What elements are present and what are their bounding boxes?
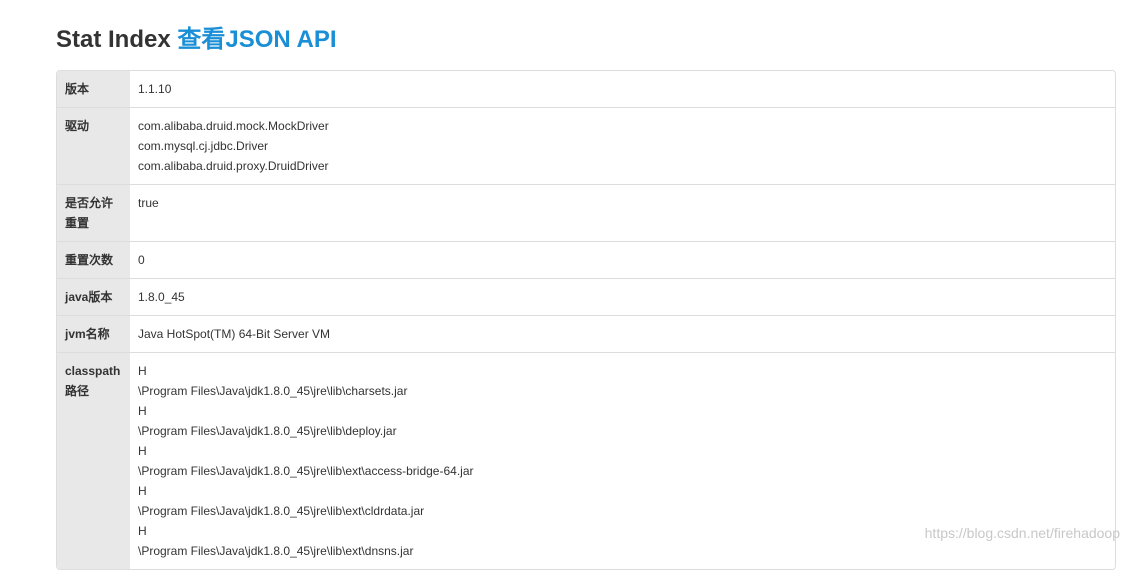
label-line: 是否允许 — [65, 196, 114, 210]
value-line: true — [138, 196, 159, 210]
page-title-text: Stat Index — [56, 26, 171, 53]
row-value: true — [130, 184, 1115, 242]
label-line: 路径 — [65, 384, 90, 398]
value-line: 0 — [138, 253, 145, 267]
watermark: https://blog.csdn.net/firehadoop — [924, 525, 1120, 541]
row-value: Java HotSpot(TM) 64-Bit Server VM — [130, 315, 1115, 353]
stat-table: 版本 1.1.10 驱动 com.alibaba.druid.mock.Mock… — [57, 71, 1115, 569]
row-label: classpath 路径 — [57, 352, 130, 569]
row-label: 重置次数 — [57, 241, 130, 279]
table-row-version: 版本 1.1.10 — [57, 71, 1115, 108]
row-value: 1.1.10 — [130, 71, 1115, 108]
value-line: \Program Files\Java\jdk1.8.0_45\jre\lib\… — [138, 384, 408, 398]
row-value: 0 — [130, 241, 1115, 279]
stat-table-container: 版本 1.1.10 驱动 com.alibaba.druid.mock.Mock… — [56, 70, 1116, 570]
label-line: classpath — [65, 364, 121, 378]
row-label: java版本 — [57, 278, 130, 316]
value-line: H — [138, 484, 147, 498]
row-label: 版本 — [57, 71, 130, 108]
value-line: \Program Files\Java\jdk1.8.0_45\jre\lib\… — [138, 504, 425, 518]
value-line: \Program Files\Java\jdk1.8.0_45\jre\lib\… — [138, 544, 414, 558]
value-line: com.alibaba.druid.proxy.DruidDriver — [138, 159, 329, 173]
row-value: 1.8.0_45 — [130, 278, 1115, 316]
value-line: H — [138, 364, 147, 378]
table-row-jvm-name: jvm名称 Java HotSpot(TM) 64-Bit Server VM — [57, 315, 1115, 353]
row-label: jvm名称 — [57, 315, 130, 353]
value-line: H — [138, 444, 147, 458]
table-row-reset-enable: 是否允许 重置 true — [57, 184, 1115, 242]
row-label: 驱动 — [57, 107, 130, 185]
value-line: com.alibaba.druid.mock.MockDriver — [138, 119, 329, 133]
page-title: Stat Index 查看JSON API — [56, 22, 337, 58]
label-line: 重置 — [65, 216, 90, 230]
value-line: com.mysql.cj.jdbc.Driver — [138, 139, 269, 153]
value-line: 1.8.0_45 — [138, 290, 185, 304]
value-line: Java HotSpot(TM) 64-Bit Server VM — [138, 327, 331, 341]
value-line: \Program Files\Java\jdk1.8.0_45\jre\lib\… — [138, 424, 397, 438]
value-line: \Program Files\Java\jdk1.8.0_45\jre\lib\… — [138, 464, 474, 478]
table-row-reset-count: 重置次数 0 — [57, 241, 1115, 279]
json-api-link[interactable]: 查看JSON API — [177, 26, 336, 53]
row-label: 是否允许 重置 — [57, 184, 130, 242]
row-value: com.alibaba.druid.mock.MockDriver com.my… — [130, 107, 1115, 185]
value-line: 1.1.10 — [138, 82, 172, 96]
table-row-java-version: java版本 1.8.0_45 — [57, 278, 1115, 316]
value-line: H — [138, 404, 147, 418]
table-row-driver: 驱动 com.alibaba.druid.mock.MockDriver com… — [57, 107, 1115, 185]
